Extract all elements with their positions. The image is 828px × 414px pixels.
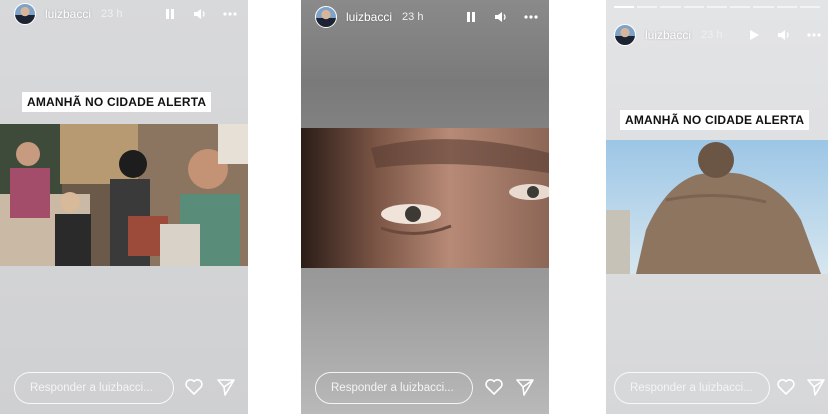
progress-segment	[776, 6, 797, 8]
progress-segment	[660, 6, 681, 8]
story-media-photo	[606, 140, 828, 274]
avatar[interactable]	[614, 24, 636, 46]
reply-input[interactable]: Responder a luizbacci...	[315, 372, 473, 404]
progress-segment	[753, 6, 774, 8]
more-icon[interactable]	[523, 10, 539, 24]
avatar[interactable]	[315, 6, 337, 28]
story-controls	[463, 10, 539, 24]
story-header: luizbacci 23 h	[0, 0, 248, 28]
story-controls	[162, 7, 238, 21]
timestamp: 23 h	[701, 29, 723, 41]
progress-segment	[730, 6, 751, 8]
story-media-collage	[0, 124, 248, 266]
story-controls	[746, 28, 822, 42]
story-header: luizbacci 23 h	[606, 21, 828, 49]
send-icon[interactable]	[216, 377, 236, 397]
story-panel-2: luizbacci 23 h Responder a luizbacci...	[301, 0, 549, 414]
reply-input[interactable]: Responder a luizbacci...	[614, 372, 770, 404]
send-icon[interactable]	[806, 377, 826, 397]
more-icon[interactable]	[806, 28, 822, 42]
heart-icon[interactable]	[776, 377, 796, 397]
heart-icon[interactable]	[484, 377, 504, 397]
username[interactable]: luizbacci	[45, 7, 91, 21]
reply-input[interactable]: Responder a luizbacci...	[14, 372, 174, 404]
progress-segment	[683, 6, 704, 8]
play-icon[interactable]	[746, 28, 762, 42]
story-header: luizbacci 23 h	[301, 3, 549, 31]
story-panel-1: luizbacci 23 h AMANHÃ NO CIDADE ALERTA R…	[0, 0, 248, 414]
story-panel-3: luizbacci 23 h AMANHÃ NO CIDADE ALERTA R…	[606, 0, 828, 414]
volume-icon[interactable]	[493, 10, 509, 24]
story-media-closeup	[301, 128, 549, 268]
pause-icon[interactable]	[463, 10, 479, 24]
story-banner: AMANHÃ NO CIDADE ALERTA	[22, 92, 212, 112]
username[interactable]: luizbacci	[346, 10, 392, 24]
heart-icon[interactable]	[184, 377, 204, 397]
progress-segment	[614, 6, 635, 8]
story-progress-bar	[614, 6, 820, 8]
timestamp: 23 h	[101, 8, 123, 20]
volume-icon[interactable]	[776, 28, 792, 42]
progress-segment	[799, 6, 820, 8]
more-icon[interactable]	[222, 7, 238, 21]
progress-segment	[637, 6, 658, 8]
volume-icon[interactable]	[192, 7, 208, 21]
story-banner: AMANHÃ NO CIDADE ALERTA	[620, 110, 810, 130]
pause-icon[interactable]	[162, 7, 178, 21]
send-icon[interactable]	[515, 377, 535, 397]
timestamp: 23 h	[402, 11, 424, 23]
avatar[interactable]	[14, 3, 36, 25]
progress-segment	[706, 6, 728, 8]
username[interactable]: luizbacci	[645, 28, 691, 42]
